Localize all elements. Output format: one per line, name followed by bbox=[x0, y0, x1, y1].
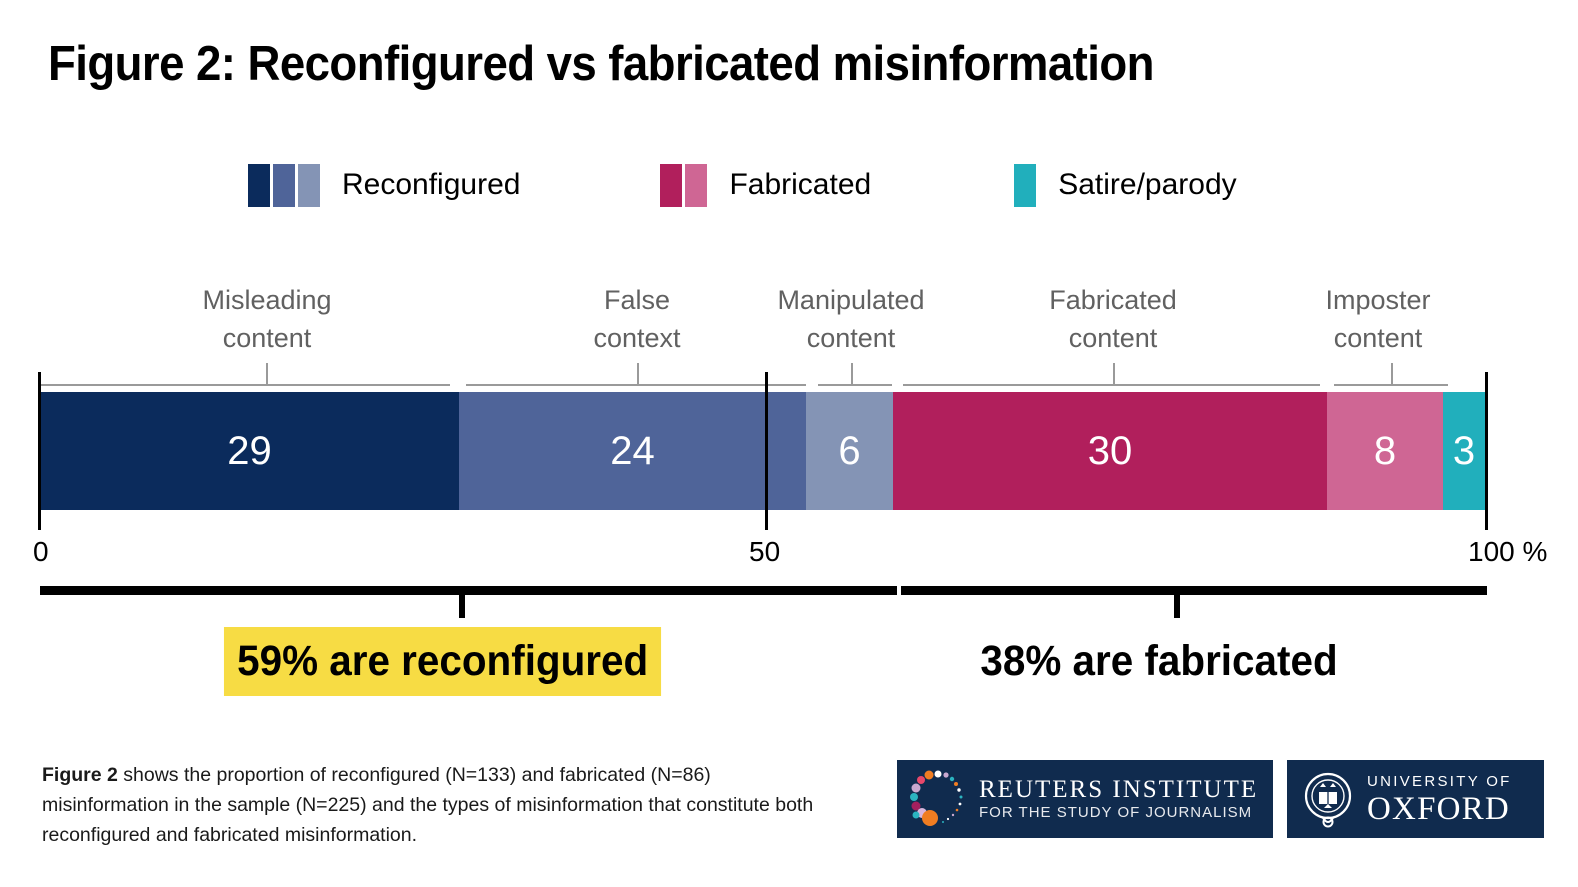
legend-label: Fabricated bbox=[729, 168, 872, 201]
bar-segment-value: 30 bbox=[1087, 428, 1133, 473]
category-bracket-tick bbox=[266, 363, 268, 385]
legend-label: Satire/parody bbox=[1058, 168, 1237, 201]
legend-item-reconfigured[interactable]: Reconfigured bbox=[248, 160, 520, 210]
bar-segment-manipulated-content[interactable]: 6 bbox=[806, 392, 893, 510]
legend-swatch-group-reconfigured bbox=[248, 163, 320, 207]
legend-swatch-icon bbox=[660, 163, 683, 207]
bar-segment-value: 29 bbox=[227, 428, 272, 473]
reuters-logo-text: REUTERS INSTITUTE FOR THE STUDY OF JOURN… bbox=[979, 776, 1258, 823]
legend-swatch-icon bbox=[298, 163, 320, 207]
legend-swatch-icon bbox=[248, 163, 270, 207]
reuters-logo-line1: REUTERS INSTITUTE bbox=[979, 775, 1259, 803]
category-bracket-tick bbox=[637, 363, 639, 385]
axis-divider-50 bbox=[765, 372, 768, 530]
bar-segment-value: 3 bbox=[1452, 428, 1476, 473]
footnote-body: shows the proportion of reconfigured (N=… bbox=[42, 764, 814, 846]
summary-bracket-fabricated bbox=[901, 586, 1487, 595]
summary-bracket-tick-fabricated bbox=[1174, 586, 1180, 618]
bar-segment-value: 8 bbox=[1373, 428, 1397, 473]
category-label-fabricated-content: Fabricated content bbox=[1049, 285, 1177, 353]
category-bracket-line bbox=[818, 384, 892, 386]
category-bracket-tick bbox=[851, 363, 853, 385]
summary-bracket-tick-reconfigured bbox=[459, 586, 465, 618]
category-bracket-tick bbox=[1391, 363, 1393, 385]
axis-cap-left bbox=[38, 372, 41, 530]
axis-tick-label-100: 100 % bbox=[1468, 536, 1548, 567]
reuters-institute-logo: REUTERS INSTITUTE FOR THE STUDY OF JOURN… bbox=[897, 760, 1273, 838]
legend-item-fabricated[interactable]: Fabricated bbox=[660, 160, 871, 210]
footnote-bold-prefix: Figure 2 bbox=[42, 764, 118, 786]
category-label-false-context: False context bbox=[593, 285, 681, 353]
oxford-crest-icon bbox=[1304, 772, 1352, 828]
category-label-manipulated-content: Manipulated content bbox=[777, 285, 925, 353]
legend-swatch-group-satire bbox=[1014, 163, 1037, 207]
category-bracket-tick bbox=[1113, 363, 1115, 385]
summary-label-reconfigured: 59% are reconfigured bbox=[223, 627, 662, 696]
bar-segment-fabricated-content[interactable]: 30 bbox=[893, 392, 1327, 510]
bar-segment-misleading-content[interactable]: 29 bbox=[40, 392, 459, 510]
summary-bracket-reconfigured bbox=[40, 586, 897, 595]
chart-legend: Reconfigured Fabricated Satire/parody bbox=[248, 160, 1237, 210]
oxford-logo-text: UNIVERSITY OF OXFORD bbox=[1367, 772, 1512, 827]
bar-segment-false-context[interactable]: 24 bbox=[459, 392, 806, 510]
category-label-misleading-content: Misleading content bbox=[202, 285, 332, 353]
category-bracket-line bbox=[40, 384, 450, 386]
axis-cap-right bbox=[1485, 372, 1488, 530]
stacked-bar-chart: 29 24 6 30 8 3 bbox=[40, 392, 1485, 510]
legend-swatch-group-fabricated bbox=[660, 163, 708, 207]
legend-label: Reconfigured bbox=[342, 168, 521, 201]
footnote: Figure 2 shows the proportion of reconfi… bbox=[42, 760, 832, 850]
category-bracket-group: Misleading content False context Manipul… bbox=[0, 275, 1578, 390]
legend-swatch-icon bbox=[1014, 163, 1037, 207]
bar-segment-value: 6 bbox=[838, 428, 861, 473]
legend-swatch-icon bbox=[685, 163, 708, 207]
oxford-logo-line1: UNIVERSITY OF bbox=[1367, 772, 1512, 790]
bar-segment-value: 24 bbox=[610, 428, 655, 473]
axis-tick-label-50: 50 bbox=[749, 536, 781, 567]
category-label-imposter-content: Imposter content bbox=[1325, 285, 1431, 353]
legend-swatch-icon bbox=[273, 163, 295, 207]
category-bracket-line bbox=[466, 384, 806, 386]
reuters-logo-line2: FOR THE STUDY OF JOURNALISM bbox=[979, 803, 1253, 821]
bar-segment-satire-parody[interactable]: 3 bbox=[1443, 392, 1485, 510]
legend-item-satire-parody[interactable]: Satire/parody bbox=[1014, 160, 1237, 210]
oxford-logo-line2: OXFORD bbox=[1367, 790, 1510, 827]
page-title: Figure 2: Reconfigured vs fabricated mis… bbox=[48, 37, 1154, 91]
bar-segment-imposter-content[interactable]: 8 bbox=[1327, 392, 1443, 510]
category-bracket-line bbox=[903, 384, 1320, 386]
summary-label-fabricated: 38% are fabricated bbox=[980, 637, 1338, 685]
university-of-oxford-logo: UNIVERSITY OF OXFORD bbox=[1287, 760, 1544, 838]
reuters-dots-icon bbox=[910, 770, 963, 826]
axis-tick-label-0: 0 bbox=[33, 536, 49, 567]
